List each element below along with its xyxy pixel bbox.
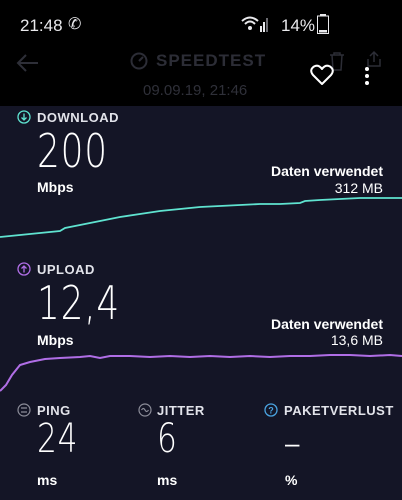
- download-data-used-label: Daten verwendet: [270, 163, 383, 179]
- upload-label: UPLOAD: [37, 262, 95, 277]
- test-datetime: 09.09.19, 21:46: [143, 82, 248, 99]
- packet-loss-unit: %: [285, 472, 298, 488]
- download-value: 200: [37, 124, 108, 178]
- back-arrow-icon[interactable]: [14, 52, 42, 74]
- more-vert-icon[interactable]: [363, 66, 371, 86]
- jitter-value: 6: [157, 416, 178, 462]
- battery-icon: [317, 14, 329, 34]
- ping-value: 24: [37, 416, 79, 462]
- svg-text:?: ?: [268, 406, 274, 416]
- wifi-signal-icon: [241, 16, 268, 32]
- download-graph: [0, 197, 402, 238]
- upload-value: 12,4: [37, 276, 121, 330]
- packet-loss-label: PAKETVERLUST: [284, 403, 394, 418]
- top-bar: SPEEDTEST 09.09.19, 21:46: [0, 50, 402, 106]
- status-bar: 21:48 ✆ 14%: [0, 0, 402, 52]
- jitter-icon: [138, 403, 152, 417]
- battery-percent: 14%: [281, 16, 316, 35]
- help-icon[interactable]: ?: [264, 403, 278, 417]
- upload-data-used-label: Daten verwendet: [270, 316, 383, 332]
- heart-icon[interactable]: [310, 64, 334, 86]
- jitter-unit: ms: [157, 472, 178, 488]
- upload-graph: [0, 353, 402, 392]
- brand-name: SPEEDTEST: [156, 51, 267, 70]
- speedtest-gauge-icon: [130, 52, 148, 70]
- upload-icon: [17, 262, 31, 276]
- ping-unit: ms: [37, 472, 58, 488]
- packet-loss-value: –: [285, 428, 300, 458]
- speedtest-brand: SPEEDTEST: [130, 51, 270, 71]
- call-icon: ✆: [68, 16, 82, 33]
- download-icon: [17, 110, 31, 124]
- download-label: DOWNLOAD: [37, 110, 119, 125]
- ping-icon: [17, 403, 31, 417]
- status-time: 21:48: [20, 16, 63, 35]
